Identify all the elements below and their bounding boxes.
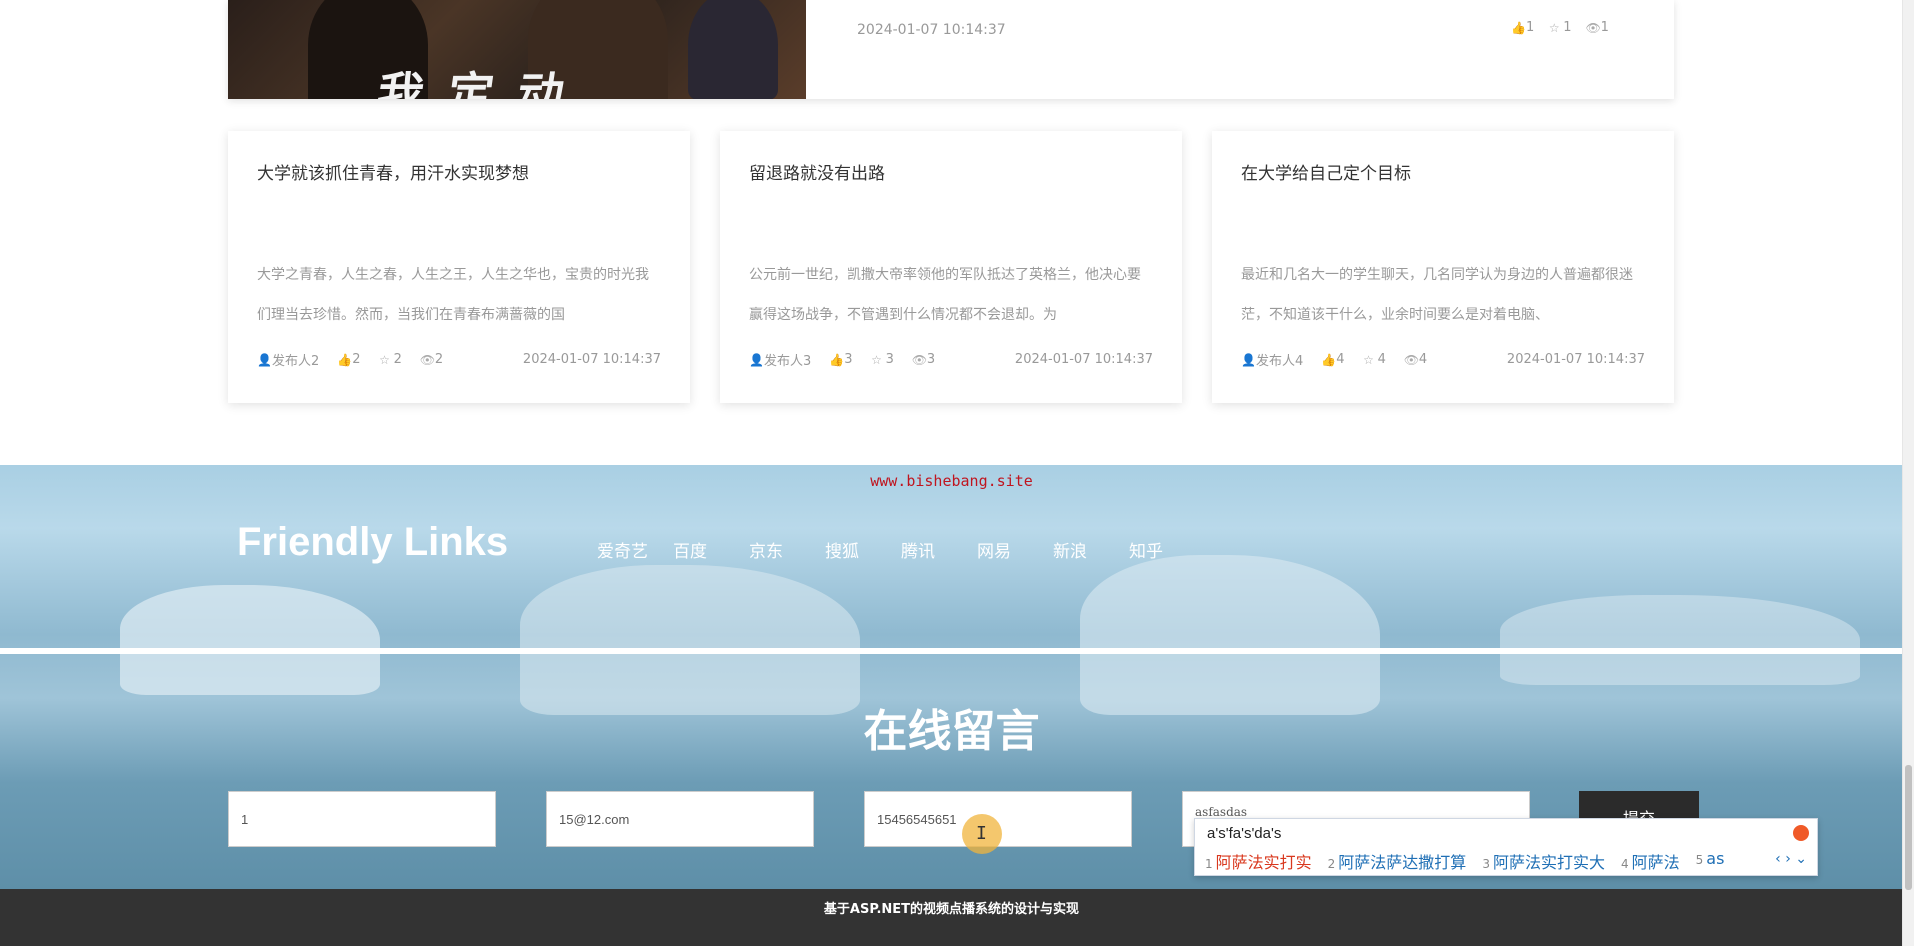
friendly-link[interactable]: 搜狐 — [825, 537, 901, 562]
featured-article-card[interactable]: 我 定 动 2024-01-07 10:14:37 👍 1 ☆ 1 👁 1 — [228, 0, 1674, 99]
article-card[interactable]: 留退路就没有出路 公元前一世纪，凯撒大帝率领他的军队抵达了英格兰，他决心要赢得这… — [720, 131, 1182, 403]
favorite-stat: ☆ 4 — [1363, 352, 1386, 367]
iceberg-shape — [120, 585, 380, 695]
article-title[interactable]: 留退路就没有出路 — [749, 159, 885, 184]
section-divider — [0, 648, 1903, 654]
poster-figure — [688, 0, 778, 99]
user-icon: 👤 — [257, 352, 272, 367]
article-date: 2024-01-07 10:14:37 — [522, 352, 661, 367]
like-stat: 👍 2 — [337, 352, 361, 367]
message-section-title: 在线留言 — [863, 706, 1040, 757]
ime-candidate[interactable]: 4 阿萨法 — [1621, 849, 1680, 873]
thumbs-up-icon: 👍 — [337, 352, 353, 367]
article-date: 2024-01-07 10:14:37 — [1506, 352, 1645, 367]
star-icon: ☆ — [379, 352, 390, 367]
view-stat: 👁 4 — [1403, 352, 1428, 367]
friendly-link[interactable]: 京东 — [749, 537, 825, 562]
thumbs-up-icon: 👍 — [829, 352, 845, 367]
friendly-link[interactable]: 爱奇艺 — [597, 537, 673, 562]
like-stat: 👍 4 — [1321, 352, 1345, 367]
article-excerpt: 最近和几名大一的学生聊天，几名同学认为身边的人普遍都很迷茫，不知道该干什么，业余… — [1241, 267, 1633, 323]
ime-candidate[interactable]: 1 阿萨法实打实 — [1205, 849, 1312, 873]
ime-candidate[interactable]: 3 阿萨法实打实大 — [1482, 849, 1605, 873]
thumbs-up-icon: 👍 — [1511, 20, 1526, 35]
favorite-stat: ☆ 1 — [1548, 20, 1572, 35]
iceberg-shape — [1500, 595, 1860, 685]
ime-page-nav-icon[interactable]: ‹ › ⌄ — [1775, 851, 1807, 867]
article-title[interactable]: 在大学给自己定个目标 — [1241, 159, 1411, 184]
article-card[interactable]: 大学就该抓住青春，用汗水实现梦想 大学之青春，人生之春，人生之王，人生之华也，宝… — [228, 131, 690, 403]
article-card[interactable]: 在大学给自己定个目标 最近和几名大一的学生聊天，几名同学认为身边的人普遍都很迷茫… — [1212, 131, 1674, 403]
eye-icon: 👁 — [1585, 20, 1601, 35]
watermark-url: www.bishebang.site — [870, 472, 1033, 490]
email-field[interactable]: 15@12.com — [546, 791, 814, 847]
ime-candidate-window: a's'fa's'da's 1 阿萨法实打实 2 阿萨法萨达撒打算 3 阿萨法实打实大… — [1194, 818, 1818, 876]
site-footer: 基于ASP.NET的视频点播系统的设计与实现 — [0, 889, 1903, 946]
name-field[interactable]: 1 — [228, 791, 496, 847]
friendly-link[interactable]: 腾讯 — [901, 537, 977, 562]
article-excerpt: 公元前一世纪，凯撒大帝率领他的军队抵达了英格兰，他决心要赢得这场战争，不管遇到什… — [749, 267, 1141, 323]
star-icon: ☆ — [1363, 352, 1374, 367]
featured-date: 2024-01-07 10:14:37 — [857, 22, 1006, 38]
star-icon: ☆ — [871, 352, 882, 367]
friendly-links-list: 爱奇艺 百度 京东 搜狐 腾讯 网易 新浪 知乎 — [597, 537, 1205, 562]
friendly-links-title: Friendly Links — [237, 520, 509, 564]
user-icon: 👤 — [1241, 352, 1256, 367]
iceberg-shape — [520, 565, 860, 715]
ime-candidate[interactable]: 5 as — [1696, 849, 1725, 873]
article-meta: 👤 发布人3 👍 3 ☆ 3 👁 3 2024-01-07 10:14:37 — [749, 350, 1153, 369]
ime-candidate-list: 1 阿萨法实打实 2 阿萨法萨达撒打算 3 阿萨法实打实大 4 阿萨法 5 as — [1205, 849, 1724, 873]
page: 我 定 动 2024-01-07 10:14:37 👍 1 ☆ 1 👁 1 大学就该抓… — [0, 0, 1903, 946]
ime-candidate[interactable]: 2 阿萨法萨达撒打算 — [1328, 849, 1467, 873]
friendly-link[interactable]: 知乎 — [1129, 537, 1205, 562]
ime-logo-icon[interactable] — [1793, 825, 1809, 841]
ime-composition-text: a's'fa's'da's — [1207, 825, 1282, 842]
eye-icon: 👁 — [419, 352, 436, 367]
view-stat: 👁 2 — [419, 352, 444, 367]
eye-icon: 👁 — [1403, 352, 1420, 367]
friendly-link[interactable]: 网易 — [977, 537, 1053, 562]
article-title[interactable]: 大学就该抓住青春，用汗水实现梦想 — [257, 159, 529, 184]
featured-stats: 👍 1 ☆ 1 👁 1 — [1511, 20, 1609, 35]
like-stat: 👍 3 — [829, 352, 853, 367]
user-icon: 👤 — [749, 352, 764, 367]
author-stat: 👤 发布人2 — [257, 352, 320, 370]
eye-icon: 👁 — [911, 352, 928, 367]
vertical-scrollbar[interactable] — [1902, 0, 1914, 946]
favorite-stat: ☆ 2 — [379, 352, 402, 367]
article-meta: 👤 发布人4 👍 4 ☆ 4 👁 4 2024-01-07 10:14:37 — [1241, 350, 1645, 369]
view-stat: 👁 1 — [1585, 20, 1609, 35]
friendly-link[interactable]: 百度 — [673, 537, 749, 562]
scrollbar-thumb[interactable] — [1905, 765, 1912, 890]
author-stat: 👤 发布人4 — [1241, 352, 1304, 370]
favorite-stat: ☆ 3 — [871, 352, 894, 367]
article-excerpt: 大学之青春，人生之春，人生之王，人生之华也，宝贵的时光我们理当去珍惜。然而，当我… — [257, 267, 649, 323]
friendly-link[interactable]: 新浪 — [1053, 537, 1129, 562]
iceberg-shape — [1080, 555, 1380, 715]
like-stat: 👍 1 — [1511, 20, 1535, 35]
author-stat: 👤 发布人3 — [749, 352, 812, 370]
text-cursor-icon: I — [976, 823, 987, 844]
poster-title-text: 我 定 动 — [373, 67, 572, 99]
star-icon: ☆ — [1548, 20, 1560, 35]
view-stat: 👁 3 — [911, 352, 936, 367]
featured-thumbnail[interactable]: 我 定 动 — [228, 0, 806, 99]
thumbs-up-icon: 👍 — [1321, 352, 1337, 367]
article-date: 2024-01-07 10:14:37 — [1014, 352, 1153, 367]
article-meta: 👤 发布人2 👍 2 ☆ 2 👁 2 2024-01-07 10:14:37 — [257, 350, 661, 369]
